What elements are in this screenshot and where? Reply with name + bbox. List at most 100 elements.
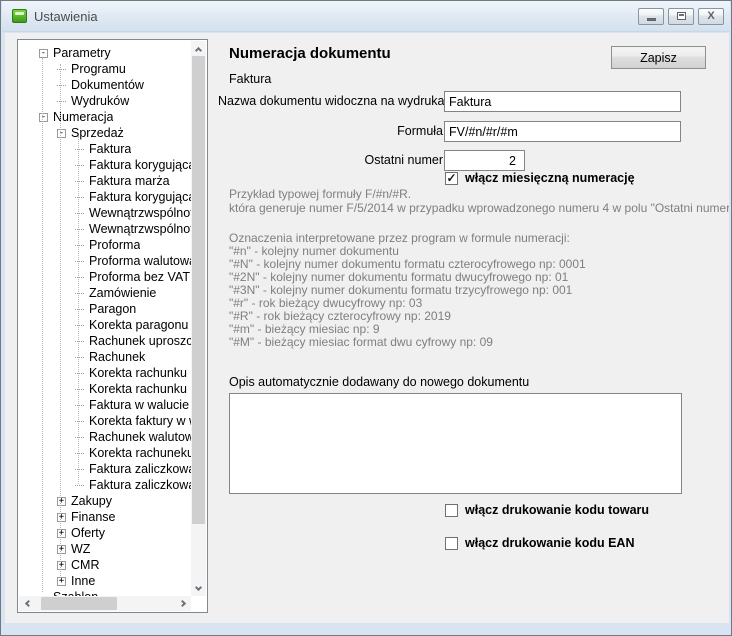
tree-vertical-scrollbar[interactable]: [191, 41, 206, 596]
tree-item[interactable]: Wydruków: [19, 93, 191, 109]
tree-item[interactable]: Korekta rachunku: [19, 381, 191, 397]
tree-expander-icon[interactable]: [57, 85, 66, 86]
tree-expander-icon[interactable]: [75, 405, 84, 406]
tree-expander-icon[interactable]: +: [57, 545, 66, 554]
tree-item[interactable]: Proforma bez VAT: [19, 269, 191, 285]
tree-expander-icon[interactable]: [75, 437, 84, 438]
print-ean-code-checkbox[interactable]: [445, 537, 458, 550]
tree-expander-icon[interactable]: +: [57, 577, 66, 586]
tree-item[interactable]: Faktura korygująca: [19, 157, 191, 173]
tree-expander-icon[interactable]: [75, 373, 84, 374]
tree-item[interactable]: Proforma walutowa: [19, 253, 191, 269]
tree-item[interactable]: Proforma: [19, 237, 191, 253]
tree-expander-icon[interactable]: -: [57, 129, 66, 138]
close-icon: X: [707, 11, 714, 22]
tree-expander-icon[interactable]: [75, 325, 84, 326]
tree-item-label: Zamówienie: [89, 286, 156, 300]
tree-item[interactable]: Wewnątrzwspólnotow: [19, 205, 191, 221]
scroll-right-button[interactable]: [176, 596, 191, 611]
tree-expander-icon[interactable]: [75, 277, 84, 278]
tree-item[interactable]: + CMR: [19, 557, 191, 573]
horizontal-scroll-thumb[interactable]: [41, 597, 117, 610]
tree-item[interactable]: Faktura w walucie: [19, 397, 191, 413]
tree-expander-icon[interactable]: +: [57, 529, 66, 538]
tree-item[interactable]: Korekta faktury w wal: [19, 413, 191, 429]
tree-expander-icon[interactable]: [75, 421, 84, 422]
tree-expander-icon[interactable]: [75, 453, 84, 454]
tree-item-label: Korekta rachuneku w: [89, 446, 191, 460]
tree-expander-icon[interactable]: [75, 261, 84, 262]
tree-expander-icon[interactable]: [75, 389, 84, 390]
title-bar[interactable]: Ustawienia X: [2, 1, 730, 32]
document-name-input[interactable]: [444, 91, 681, 112]
tree-item[interactable]: Rachunek: [19, 349, 191, 365]
tree-expander-icon[interactable]: [75, 341, 84, 342]
tree-item[interactable]: + Zakupy: [19, 493, 191, 509]
tree-item[interactable]: Rachunek walutowy: [19, 429, 191, 445]
tree-expander-icon[interactable]: [75, 229, 84, 230]
tree-item[interactable]: - Sprzedaż: [19, 125, 191, 141]
maximize-button[interactable]: [668, 8, 694, 25]
tree-item[interactable]: Korekta rachunku upr: [19, 365, 191, 381]
tree-expander-icon[interactable]: [75, 213, 84, 214]
tree-item-label: Korekta paragonu: [89, 318, 188, 332]
tree-item[interactable]: + Inne: [19, 573, 191, 589]
tree-item[interactable]: + Oferty: [19, 525, 191, 541]
tree-item-label: Numeracja: [53, 110, 113, 124]
tree-item[interactable]: Faktura: [19, 141, 191, 157]
help-line: Przykład typowej formuły F/#n/#R.: [229, 187, 729, 201]
print-product-code-checkbox[interactable]: [445, 504, 458, 517]
tree-expander-icon[interactable]: [75, 485, 84, 486]
tree-item[interactable]: Paragon: [19, 301, 191, 317]
tree-expander-icon[interactable]: [57, 101, 66, 102]
tree-item[interactable]: Korekta paragonu: [19, 317, 191, 333]
tree-item[interactable]: - Numeracja: [19, 109, 191, 125]
scroll-left-button[interactable]: [19, 596, 34, 611]
tree-expander-icon[interactable]: [75, 309, 84, 310]
tree-item-label: Faktura zaliczkowa: [89, 462, 191, 476]
tree-item[interactable]: Zamówienie: [19, 285, 191, 301]
last-number-input[interactable]: [444, 150, 525, 171]
tree-expander-icon[interactable]: [75, 181, 84, 182]
tree-expander-icon[interactable]: [75, 293, 84, 294]
scroll-down-button[interactable]: [191, 581, 206, 596]
tree-item[interactable]: Wewnątrzwspólnotow: [19, 221, 191, 237]
tree-item[interactable]: - Parametry: [19, 45, 191, 61]
tree-item[interactable]: Programu: [19, 61, 191, 77]
tree-item[interactable]: Faktura marża: [19, 173, 191, 189]
tree-item[interactable]: Faktura korygująca m: [19, 189, 191, 205]
description-textarea[interactable]: [229, 393, 682, 494]
tree-item[interactable]: Dokumentów: [19, 77, 191, 93]
description-label: Opis automatycznie dodawany do nowego do…: [229, 375, 529, 389]
tree-item[interactable]: + Finanse: [19, 509, 191, 525]
minimize-button[interactable]: [638, 8, 664, 25]
close-button[interactable]: X: [698, 8, 724, 25]
tree-expander-icon[interactable]: [57, 69, 66, 70]
tree-expander-icon[interactable]: -: [39, 113, 48, 122]
tree-item[interactable]: Szablon: [19, 589, 191, 596]
tree-expander-icon[interactable]: +: [57, 497, 66, 506]
formula-input[interactable]: [444, 121, 681, 142]
vertical-scroll-thumb[interactable]: [192, 56, 205, 524]
tree-expander-icon[interactable]: +: [57, 513, 66, 522]
tree-horizontal-scrollbar[interactable]: [19, 596, 191, 611]
tree-item-label: Wewnątrzwspólnotow: [89, 222, 191, 236]
tree-expander-icon[interactable]: [75, 357, 84, 358]
scroll-up-button[interactable]: [191, 41, 206, 56]
legend-line: "#M" - bieżący miesiac format dwu cyfrow…: [229, 336, 586, 349]
tree-item[interactable]: Faktura zaliczkowa k: [19, 477, 191, 493]
tree-item[interactable]: + WZ: [19, 541, 191, 557]
save-button[interactable]: Zapisz: [611, 46, 706, 69]
tree-expander-icon[interactable]: +: [57, 561, 66, 570]
tree-expander-icon[interactable]: [75, 245, 84, 246]
monthly-numbering-checkbox[interactable]: [445, 172, 458, 185]
tree-item-label: Korekta rachunku upr: [89, 366, 191, 380]
tree-expander-icon[interactable]: [75, 197, 84, 198]
tree-item[interactable]: Rachunek uproszczo: [19, 333, 191, 349]
tree-expander-icon[interactable]: -: [39, 49, 48, 58]
tree-item[interactable]: Faktura zaliczkowa: [19, 461, 191, 477]
tree-expander-icon[interactable]: [75, 149, 84, 150]
tree-expander-icon[interactable]: [75, 165, 84, 166]
tree-item[interactable]: Korekta rachuneku w: [19, 445, 191, 461]
tree-expander-icon[interactable]: [75, 469, 84, 470]
